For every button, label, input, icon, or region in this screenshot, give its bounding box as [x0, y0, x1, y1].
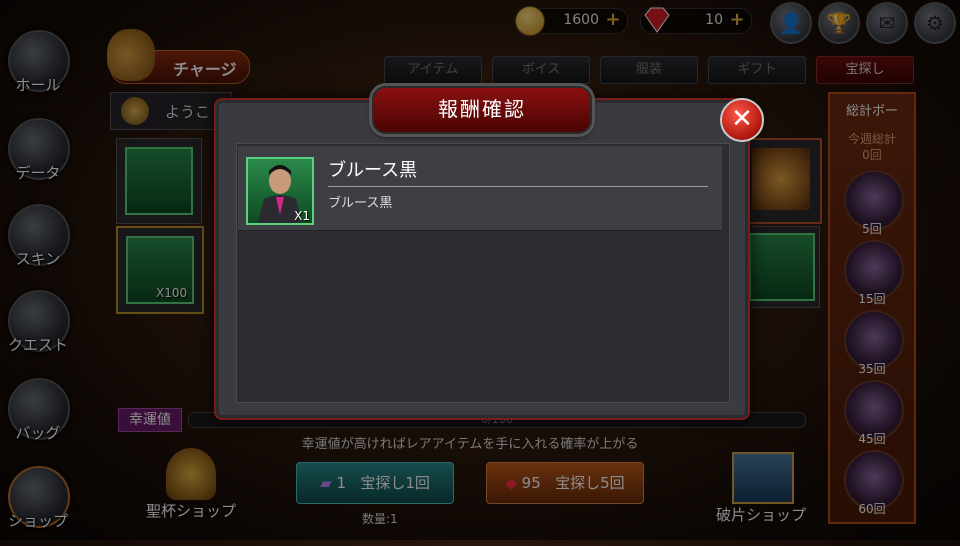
reward-item-row: X1 ブルース黒 ブルース黒 — [238, 146, 722, 231]
reward-item-icon: X1 — [246, 157, 314, 225]
close-icon: ✕ — [731, 104, 753, 134]
reward-quantity: X1 — [294, 209, 310, 223]
divider — [328, 186, 708, 187]
reward-name: ブルース黒 — [328, 160, 418, 181]
dialog-title: 報酬確認 — [372, 86, 592, 134]
close-button[interactable]: ✕ — [720, 98, 764, 142]
reward-description: ブルース黒 — [328, 196, 393, 211]
